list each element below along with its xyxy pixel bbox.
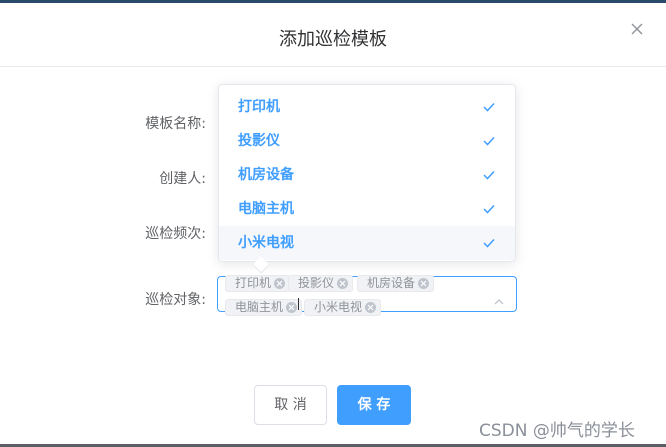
dropdown-option[interactable]: 机房设备: [219, 158, 515, 192]
targets-dropdown: 打印机 投影仪 机房设备 电脑主机 小米电视: [218, 84, 516, 274]
chevron-up-icon[interactable]: [494, 291, 504, 305]
tag-close-icon[interactable]: [286, 302, 298, 313]
selected-tag: 投影仪: [288, 275, 354, 292]
dropdown-option[interactable]: 投影仪: [219, 124, 515, 158]
tag-label: 投影仪: [298, 276, 335, 290]
dropdown-option[interactable]: 小米电视: [219, 226, 515, 260]
tag-label: 电脑主机: [235, 300, 284, 314]
option-label: 投影仪: [238, 133, 280, 149]
check-icon: [483, 102, 495, 112]
creator-label: 创建人:: [159, 171, 206, 187]
tag-close-icon[interactable]: [337, 278, 349, 289]
dropdown-option[interactable]: 电脑主机: [219, 192, 515, 226]
targets-multi-select[interactable]: 打印机 投影仪 机房设备 电脑主机 小米电视: [217, 275, 517, 316]
check-icon: [483, 204, 495, 214]
selected-tag: 电脑主机: [225, 299, 303, 316]
option-label: 小米电视: [238, 235, 294, 251]
check-icon: [483, 238, 495, 248]
dialog-title: 添加巡检模板: [279, 29, 387, 50]
dialog-header: 添加巡检模板: [0, 3, 666, 67]
check-icon: [483, 136, 495, 146]
check-icon: [483, 170, 495, 180]
tag-label: 打印机: [235, 276, 272, 290]
tag-close-icon[interactable]: [418, 278, 430, 289]
targets-label: 巡检对象:: [145, 292, 206, 308]
template-name-label: 模板名称:: [145, 116, 206, 132]
tag-close-icon[interactable]: [365, 302, 377, 313]
save-button[interactable]: 保 存: [337, 385, 411, 425]
tag-label: 机房设备: [367, 276, 416, 290]
option-label: 电脑主机: [238, 201, 294, 217]
dropdown-option[interactable]: 打印机: [219, 90, 515, 124]
tag-label: 小米电视: [314, 300, 363, 314]
text-cursor: [298, 298, 299, 310]
close-icon[interactable]: [630, 22, 644, 36]
selected-tag: 小米电视: [304, 299, 382, 316]
selected-tag: 打印机: [225, 275, 291, 292]
option-label: 机房设备: [238, 167, 294, 183]
selected-tag: 机房设备: [357, 275, 435, 292]
cancel-button[interactable]: 取 消: [254, 385, 327, 425]
csdn-watermark: CSDN @帅气的学长: [479, 421, 635, 441]
tag-close-icon[interactable]: [274, 278, 286, 289]
option-label: 打印机: [238, 99, 280, 115]
frequency-label: 巡检频次:: [145, 226, 206, 242]
